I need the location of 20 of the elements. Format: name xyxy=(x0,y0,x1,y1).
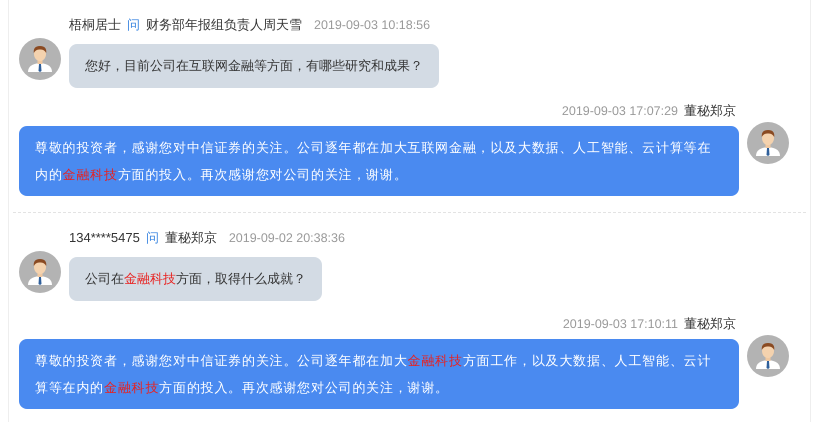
responder-name: 董秘郑京 xyxy=(684,102,736,120)
avatar-icon xyxy=(747,122,789,164)
answer-bubble: 尊敬的投资者，感谢您对中信证券的关注。公司逐年都在加大互联网金融，以及大数据、人工智能、云计算等在内的金融科技方面的投入。再次感谢您对公司的关注，谢谢。 xyxy=(19,126,739,196)
question-time: 2019-09-02 20:38:36 xyxy=(228,230,345,247)
responder-name: 董秘郑京 xyxy=(684,315,736,334)
avatar-icon xyxy=(747,335,789,377)
question-bubble: 您好，目前公司在互联网金融等方面，有哪些研究和成果？ xyxy=(69,44,439,88)
answer-bubble: 尊敬的投资者，感谢您对中信证券的关注。公司逐年都在加大金融科技方面工作，以及大数据、人工智能、云计算等在内的金融科技方面的投入。再次感谢您对公司的关注，谢谢。 xyxy=(19,339,739,409)
asker-name: 梧桐居士 xyxy=(69,16,121,34)
addressee-name: 董秘郑京 xyxy=(164,229,217,248)
ask-label: 问 xyxy=(127,16,140,34)
avatar-icon xyxy=(19,38,61,80)
question-time: 2019-09-03 10:18:56 xyxy=(314,16,430,34)
avatar-icon xyxy=(19,251,61,293)
asker-name: 134****5475 xyxy=(69,229,140,248)
addressee-name: 财务部年报组负责人周天雪 xyxy=(146,16,302,34)
answer-time: 2019-09-03 17:07:29 xyxy=(562,102,678,120)
answer-time: 2019-09-03 17:10:11 xyxy=(562,316,678,333)
question-bubble: 公司在金融科技方面，取得什么成就？ xyxy=(69,257,322,301)
ask-label: 问 xyxy=(146,229,159,248)
